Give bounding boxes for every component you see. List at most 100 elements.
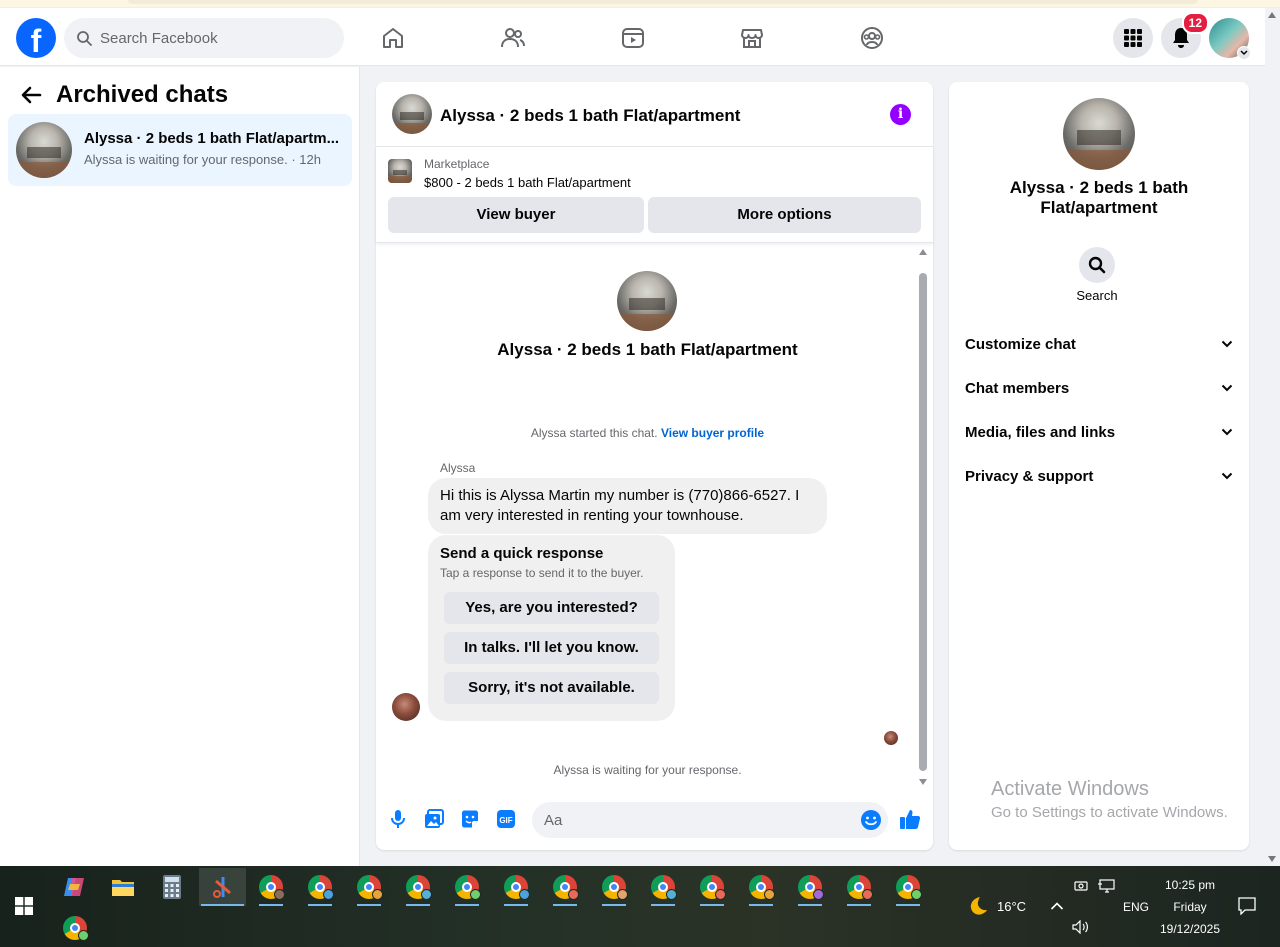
message-composer: GIF [376,793,933,850]
search-bar[interactable] [64,18,344,58]
svg-text:GIF: GIF [499,816,512,825]
chat-item-name: Alyssa · 2 beds 1 bath Flat/apartm... [84,130,340,147]
clock-date[interactable]: 19/12/2025 [1155,922,1225,936]
conversation-thumbnail-large [617,271,677,331]
chevron-down-icon [1237,46,1251,60]
search-icon [1088,256,1106,274]
sidebar-title: Archived chats [56,81,229,108]
message-sender-name: Alyssa [440,461,476,475]
chrome-window-icon[interactable] [692,868,732,906]
message-input[interactable] [532,802,888,838]
privacy-support-section[interactable]: Privacy & support [965,464,1233,488]
seen-avatar [884,731,898,745]
page-scrollbar[interactable] [1265,8,1280,866]
quick-response-card: Send a quick response Tap a response to … [428,535,675,721]
notifications-button[interactable]: 12 [1161,12,1209,58]
quick-response-button[interactable]: Sorry, it's not available. [444,672,659,704]
quick-response-title: Send a quick response [440,545,604,562]
weather-moon-icon[interactable] [957,887,997,925]
listing-thumbnail[interactable] [388,159,412,183]
listing-thumbnail [16,122,72,178]
home-icon[interactable] [380,25,406,51]
message-bubble[interactable]: Hi this is Alyssa Martin my number is (7… [428,478,827,534]
chrome-window-icon[interactable] [888,868,928,906]
search-icon [77,31,92,46]
top-navbar: f 12 [0,8,1265,66]
chrome-window-icon[interactable] [594,868,634,906]
video-icon[interactable] [620,25,646,51]
clock-time[interactable]: 10:25 pm [1160,878,1220,892]
info-icon[interactable]: i [890,104,911,125]
file-explorer-icon[interactable] [103,868,143,906]
profile-avatar[interactable] [1209,18,1251,60]
chrome-window-icon[interactable] [741,868,781,906]
chrome-window-icon[interactable] [398,868,438,906]
notification-badge: 12 [1181,12,1209,34]
snipping-tool-icon[interactable] [199,868,246,906]
conversation-thumbnail[interactable] [392,94,432,134]
back-arrow-icon[interactable] [20,85,42,105]
thread-scrollbar[interactable] [918,247,928,787]
notification-center-icon[interactable] [1227,887,1267,925]
activate-windows-watermark: Activate Windows Go to Settings to activ… [991,778,1228,821]
details-search-label: Search [1076,288,1118,303]
chevron-down-icon [1221,340,1233,348]
chrome-window-icon[interactable] [251,868,291,906]
chat-list-item[interactable]: Alyssa · 2 beds 1 bath Flat/apartm... Al… [8,114,352,186]
chat-started-notice: Alyssa started this chat. View buyer pro… [530,426,765,440]
chrome-window-icon[interactable] [349,868,389,906]
more-options-button[interactable]: More options [648,197,921,233]
chat-item-preview: Alyssa is waiting for your response. · 1… [84,152,321,167]
copilot-icon[interactable] [54,868,94,906]
conversation-title[interactable]: Alyssa · 2 beds 1 bath Flat/apartment [440,106,740,126]
grid-icon [1124,29,1142,47]
chrome-window-icon[interactable] [545,868,585,906]
quick-response-button[interactable]: In talks. I'll let you know. [444,632,659,664]
emoji-icon[interactable] [860,809,882,831]
customize-chat-section[interactable]: Customize chat [965,332,1233,356]
browser-top-strip [0,0,1280,8]
view-buyer-button[interactable]: View buyer [388,197,644,233]
conversation-header: Alyssa · 2 beds 1 bath Flat/apartment i [376,82,933,147]
network-icon[interactable] [1086,867,1126,905]
chrome-window-icon[interactable] [496,868,536,906]
thumbs-up-icon[interactable] [899,808,921,830]
clock-day[interactable]: Friday [1160,900,1220,914]
chrome-window-icon[interactable] [790,868,830,906]
photo-icon[interactable] [423,808,445,830]
chrome-window-icon[interactable] [55,909,95,947]
message-thread: Alyssa · 2 beds 1 bath Flat/apartment Al… [376,243,933,791]
volume-icon[interactable] [1061,908,1101,946]
details-search-button[interactable] [1079,247,1115,283]
chevron-down-icon [1221,472,1233,480]
windows-start-icon[interactable] [4,887,44,925]
chrome-window-icon[interactable] [839,868,879,906]
chrome-window-icon[interactable] [300,868,340,906]
marketplace-icon[interactable] [739,25,765,51]
thread-intro-name: Alyssa · 2 beds 1 bath Flat/apartment [497,340,798,359]
chrome-window-icon[interactable] [447,868,487,906]
friends-icon[interactable] [500,25,526,51]
microphone-icon[interactable] [387,808,409,830]
chrome-window-icon[interactable] [643,868,683,906]
sender-avatar[interactable] [392,693,420,721]
facebook-logo[interactable]: f [16,18,56,58]
menu-grid-button[interactable] [1113,18,1153,58]
marketplace-label: Marketplace [424,157,490,171]
chat-members-section[interactable]: Chat members [965,376,1233,400]
archived-chats-sidebar: Archived chats Alyssa · 2 beds 1 bath Fl… [0,67,360,866]
weather-temperature[interactable]: 16°C [997,899,1026,914]
view-buyer-profile-link[interactable]: View buyer profile [661,426,764,440]
search-input[interactable] [100,29,320,47]
sticker-icon[interactable] [459,808,481,830]
gif-icon[interactable]: GIF [495,808,517,830]
groups-icon[interactable] [859,25,885,51]
calculator-icon[interactable] [152,868,192,906]
listing-title[interactable]: $800 - 2 beds 1 bath Flat/apartment [424,175,631,190]
windows-taskbar: 16°C ENG 10:25 pm Friday 19/12/2025 [0,866,1280,947]
quick-response-button[interactable]: Yes, are you interested? [444,592,659,624]
language-indicator[interactable]: ENG [1123,900,1149,914]
chevron-down-icon [1221,384,1233,392]
media-files-links-section[interactable]: Media, files and links [965,420,1233,444]
details-name: Alyssa · 2 beds 1 bath Flat/apartment [1009,178,1189,217]
